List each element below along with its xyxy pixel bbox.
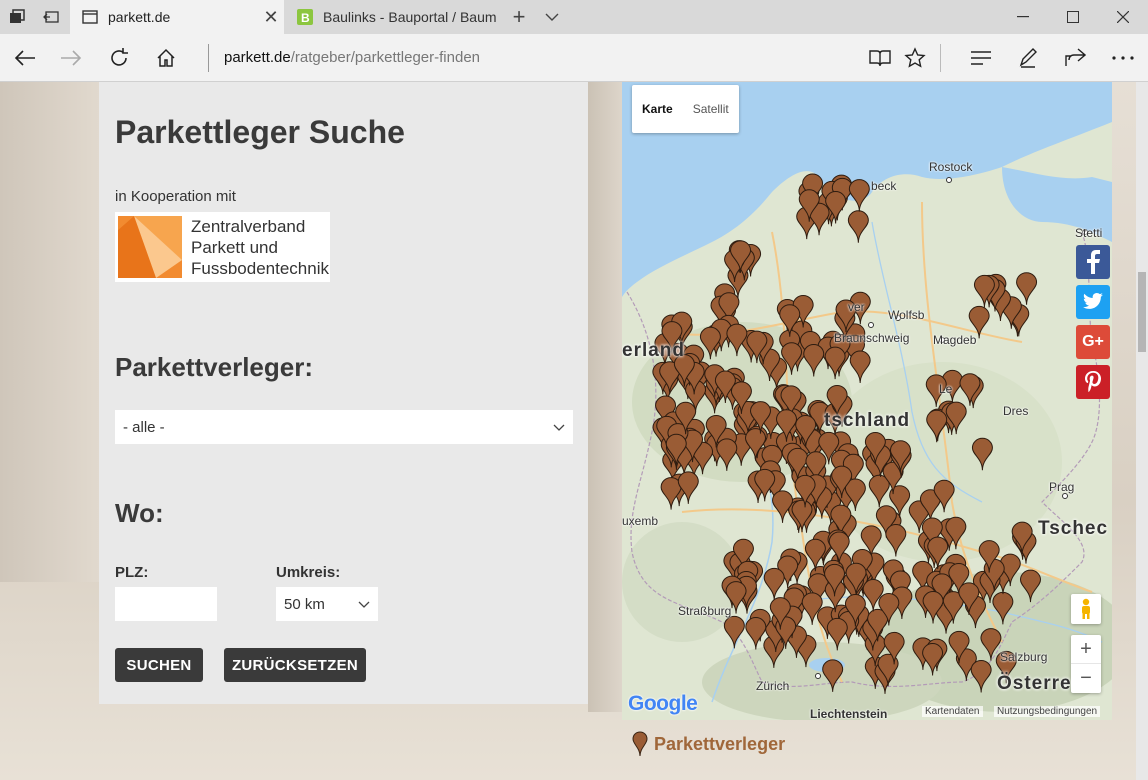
verleger-heading: Parkettverleger: [115,352,313,382]
page-scrollbar[interactable] [1136,82,1148,780]
forward-arrow-icon[interactable] [48,34,94,82]
country-label: Tschec [1038,518,1109,539]
search-button[interactable]: SUCHEN [115,648,203,682]
googleplus-share-icon[interactable]: G+ [1076,325,1110,359]
city-label: Braunschweig [834,331,910,345]
umkreis-select[interactable]: 50 km [276,587,378,621]
tab-bar: parkett.de ✕ B Baulinks - Bauportal / Ba… [0,0,1148,34]
plz-input[interactable] [115,587,217,621]
tab-group-icon[interactable] [0,0,34,34]
pinterest-share-icon[interactable] [1076,365,1110,399]
svg-text:B: B [301,11,310,25]
pegman-icon[interactable] [1071,594,1101,624]
url-host: parkett.de [224,49,291,66]
tab-label: Baulinks - Bauportal / Baum [323,9,497,25]
url-path: /ratgeber/parkettleger-finden [290,49,480,66]
verleger-select[interactable]: - alle - [115,410,573,444]
more-menu-icon[interactable] [1100,34,1146,82]
maximize-icon[interactable] [1048,0,1098,34]
tab-label: parkett.de [108,9,171,25]
city-label: uxemb [622,514,659,528]
cooperation-text: in Kooperation mit [115,188,236,205]
city-label: Liechtenstein [810,707,888,720]
share-icon[interactable] [1052,34,1098,82]
map-canvas[interactable] [622,82,1112,720]
chevron-down-icon[interactable] [540,0,564,34]
logo-line: Fussbodentechnik [191,258,329,278]
plz-label: PLZ: [115,564,149,581]
map-type-karte-button[interactable]: Karte [632,85,683,133]
zoom-in-button[interactable]: + [1071,635,1101,664]
hub-icon[interactable] [958,34,1004,82]
web-note-pen-icon[interactable] [1005,34,1051,82]
window-close-icon[interactable] [1098,0,1148,34]
zpf-logo[interactable]: Zentralverband Parkett und Fussbodentech… [115,212,330,282]
umkreis-label: Umkreis: [276,564,341,581]
close-tab-icon[interactable]: ✕ [258,0,284,34]
city-label: Salzburg [1000,650,1048,664]
zoom-control: + − [1071,635,1101,693]
city-label: Wolfsb [888,308,925,322]
page-viewport: Parkettleger Suche in Kooperation mit Ze… [0,82,1136,780]
city-label: beck [871,179,897,193]
background-guitar [588,82,622,712]
background-bookshelf [0,82,100,582]
verleger-selected-value: - alle - [123,418,165,436]
country-label: tschland [824,410,911,431]
tab-aside-icon[interactable] [34,0,68,34]
country-label: erland [622,340,686,361]
new-tab-icon[interactable]: + [506,0,532,34]
city-label: Prag [1049,480,1075,494]
minimize-icon[interactable] [998,0,1048,34]
city-label: Straßburg [678,604,732,618]
map-type-control: Karte Satellit [632,85,739,133]
logo-line: Parkett und [191,237,278,257]
chevron-down-icon [553,424,565,431]
address-bar: parkett.de/ratgeber/parkettleger-finden [0,34,1148,82]
city-label: Zürich [756,679,790,693]
tab-parkett[interactable]: parkett.de ✕ [70,0,284,34]
refresh-icon[interactable] [96,34,142,82]
legend-label: Parkettverleger [654,733,786,754]
logo-line: Zentralverband [191,216,306,236]
zoom-out-button[interactable]: − [1071,664,1101,693]
reset-button[interactable]: ZURÜCKSETZEN [224,648,366,682]
city-label: Stetti [1075,226,1103,240]
facebook-share-icon[interactable] [1076,245,1110,279]
city-label: ver [848,300,865,314]
map-legend: Parkettverleger [632,731,785,757]
map-type-satellit-button[interactable]: Satellit [683,85,739,133]
city-label: Le [939,382,953,396]
map-marker-icon [632,731,648,757]
page-title: Parkettleger Suche [115,114,405,150]
city-label: Rostock [929,160,973,174]
country-label: Österre [997,673,1072,694]
back-arrow-icon[interactable] [2,34,48,82]
twitter-share-icon[interactable] [1076,285,1110,319]
terms-link[interactable]: Nutzungsbedingungen [994,706,1101,717]
page-icon [82,9,98,25]
tab-baulinks[interactable]: B Baulinks - Bauportal / Baum [285,0,505,34]
chevron-down-icon [358,601,370,608]
city-label: Dres [1003,404,1029,418]
home-icon[interactable] [143,34,189,82]
url-field[interactable]: parkett.de/ratgeber/parkettleger-finden [224,34,480,82]
city-label: Magdeb [933,333,977,347]
google-logo[interactable]: Google [628,692,698,716]
search-panel: Parkettleger Suche in Kooperation mit Ze… [99,82,588,704]
zpf-logo-text: Zentralverband Parkett und Fussbodentech… [191,216,329,279]
favorite-star-icon[interactable] [892,34,938,82]
baulinks-favicon-icon: B [297,9,313,25]
dealer-map[interactable]: Karte Satellit Rostock beck Stetti ver W… [622,82,1112,720]
wo-heading: Wo: [115,498,164,528]
zpf-logo-mark-icon [118,216,182,278]
umkreis-selected-value: 50 km [284,595,325,613]
map-data-link[interactable]: Kartendaten [922,706,983,717]
scrollbar-thumb[interactable] [1138,272,1146,352]
